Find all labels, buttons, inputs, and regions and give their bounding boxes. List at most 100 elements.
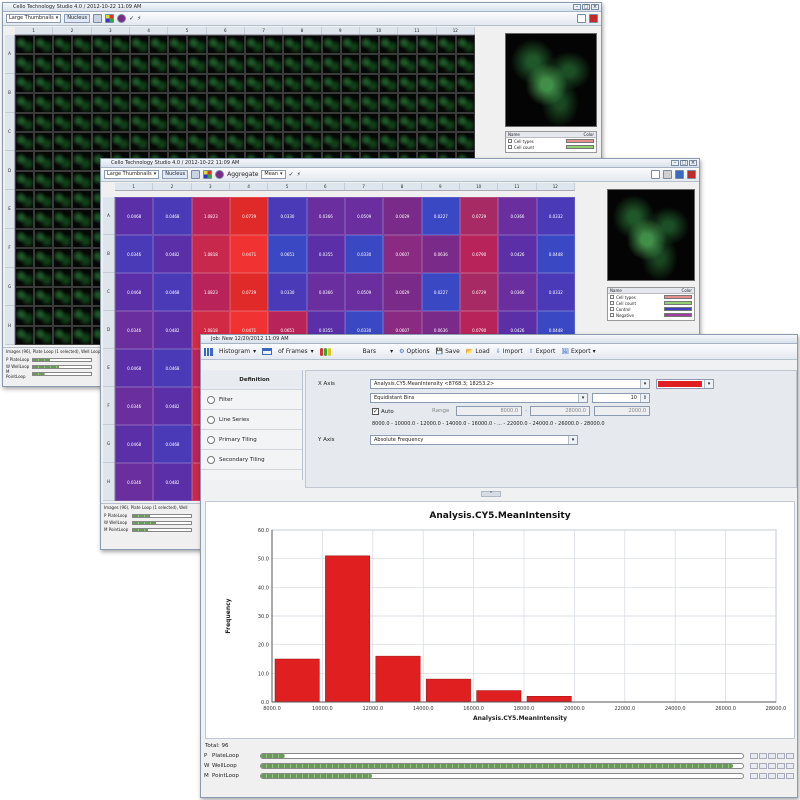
- chart-icon[interactable]: [577, 14, 586, 23]
- well-thumbnail[interactable]: [53, 267, 73, 287]
- well-thumbnail[interactable]: [187, 54, 207, 74]
- well-thumbnail[interactable]: [72, 112, 92, 132]
- well-thumbnail[interactable]: [72, 73, 92, 94]
- well-thumbnail[interactable]: [302, 93, 322, 113]
- heatmap-cell[interactable]: 0.0790: [459, 235, 499, 273]
- well-thumbnail[interactable]: [187, 93, 207, 113]
- well-thumbnail[interactable]: [244, 73, 265, 94]
- well-thumbnail[interactable]: [72, 267, 92, 287]
- last-icon[interactable]: [777, 773, 785, 779]
- well-thumbnail[interactable]: [244, 35, 265, 55]
- well-thumbnail[interactable]: [149, 54, 169, 74]
- heatmap-cell[interactable]: 0.0468: [115, 349, 154, 387]
- well-thumbnail[interactable]: [34, 306, 54, 326]
- well-thumbnail[interactable]: [359, 131, 380, 152]
- well-thumbnail[interactable]: [302, 112, 322, 132]
- heatmap-cell[interactable]: 0.0330: [344, 235, 384, 273]
- heatmap-cell[interactable]: 0.0355: [306, 235, 345, 273]
- well-thumbnail[interactable]: [455, 54, 475, 74]
- spinner-icon[interactable]: ⇕: [640, 394, 649, 402]
- well-thumbnail[interactable]: [129, 131, 150, 152]
- well-thumbnail[interactable]: [436, 35, 456, 55]
- well-thumbnail[interactable]: [264, 35, 284, 55]
- feature-select[interactable]: Nucleus: [64, 14, 91, 23]
- well-thumbnail[interactable]: [417, 54, 437, 74]
- well-thumbnail[interactable]: [91, 73, 111, 94]
- well-thumbnail[interactable]: [34, 131, 54, 152]
- checkbox[interactable]: [508, 139, 512, 143]
- well-thumbnail[interactable]: [110, 54, 130, 74]
- heatmap-cell[interactable]: 0.0482: [153, 311, 192, 349]
- well-thumbnail[interactable]: [34, 228, 54, 249]
- well-thumbnail[interactable]: [340, 112, 360, 132]
- well-thumbnail[interactable]: [436, 93, 456, 113]
- frames-select[interactable]: of Frames ▾: [278, 348, 314, 355]
- well-thumbnail[interactable]: [34, 54, 54, 74]
- well-thumbnail[interactable]: [91, 131, 111, 152]
- well-thumbnail[interactable]: [321, 93, 341, 113]
- well-thumbnail[interactable]: [225, 73, 245, 94]
- radio[interactable]: [207, 415, 215, 424]
- maximize-icon[interactable]: □: [680, 160, 688, 166]
- wand-icon[interactable]: ⚡: [137, 15, 141, 22]
- well-thumbnail[interactable]: [53, 228, 73, 249]
- well-thumbnail[interactable]: [15, 170, 35, 190]
- heatmap-cell[interactable]: 0.0729: [229, 273, 269, 311]
- well-thumbnail[interactable]: [168, 93, 188, 113]
- collapse-handle[interactable]: ⌃: [481, 491, 501, 497]
- well-thumbnail[interactable]: [15, 112, 35, 132]
- color-grid-icon[interactable]: [105, 14, 115, 23]
- well-thumbnail[interactable]: [398, 73, 418, 94]
- well-thumbnail[interactable]: [91, 112, 111, 132]
- well-thumbnail[interactable]: [168, 54, 188, 74]
- well-thumbnail[interactable]: [53, 325, 73, 345]
- well-thumbnail[interactable]: [15, 190, 35, 210]
- well-thumbnail[interactable]: [34, 190, 54, 210]
- loop-slider[interactable]: [32, 371, 92, 376]
- well-thumbnail[interactable]: [379, 73, 399, 94]
- heatmap-cell[interactable]: 0.0468: [153, 273, 192, 311]
- well-thumbnail[interactable]: [34, 112, 54, 132]
- well-thumbnail[interactable]: [53, 286, 73, 307]
- close-icon[interactable]: ×: [689, 160, 697, 166]
- well-thumbnail[interactable]: [225, 131, 245, 152]
- x-axis-analysis-select[interactable]: Analysis.CY5.MeanIntensity <8768.3; 1825…: [370, 379, 650, 389]
- well-thumbnail[interactable]: [417, 131, 437, 152]
- channels-icon[interactable]: [319, 347, 331, 356]
- well-thumbnail[interactable]: [149, 112, 169, 132]
- heatmap-cell[interactable]: 0.0482: [153, 387, 192, 425]
- well-thumbnail[interactable]: [149, 73, 169, 94]
- well-thumbnail[interactable]: [283, 112, 303, 132]
- feature-select[interactable]: Nucleus: [162, 170, 189, 179]
- well-thumbnail[interactable]: [15, 93, 35, 113]
- radio[interactable]: [207, 455, 215, 464]
- well-thumbnail[interactable]: [91, 93, 111, 113]
- checkbox[interactable]: [610, 295, 614, 299]
- well-thumbnail[interactable]: [15, 209, 35, 229]
- wand-icon[interactable]: ⚡: [297, 171, 301, 178]
- well-thumbnail[interactable]: [72, 131, 92, 152]
- well-thumbnail[interactable]: [321, 54, 341, 74]
- save-button[interactable]: 💾 Save: [436, 348, 460, 355]
- well-thumbnail[interactable]: [283, 93, 303, 113]
- well-thumbnail[interactable]: [398, 93, 418, 113]
- well-thumbnail[interactable]: [417, 93, 437, 113]
- image-preview[interactable]: [607, 189, 695, 281]
- checkbox[interactable]: [610, 313, 614, 317]
- well-thumbnail[interactable]: [34, 248, 54, 268]
- well-thumbnail[interactable]: [15, 151, 35, 171]
- heatmap-cell[interactable]: 0.0366: [498, 197, 537, 235]
- last-icon[interactable]: [777, 763, 785, 769]
- import-button[interactable]: ⇩ Import: [496, 348, 523, 355]
- well-thumbnail[interactable]: [110, 93, 130, 113]
- well-thumbnail[interactable]: [34, 325, 54, 345]
- well-thumbnail[interactable]: [34, 170, 54, 190]
- heatmap-cell[interactable]: 0.0482: [153, 235, 192, 273]
- bins-mode-select[interactable]: Equidistant Bins ▾: [370, 393, 588, 403]
- heatmap-cell[interactable]: 1.0823: [191, 273, 230, 311]
- well-thumbnail[interactable]: [398, 112, 418, 132]
- heatmap-cell[interactable]: 0.0332: [536, 273, 575, 311]
- well-thumbnail[interactable]: [302, 73, 322, 94]
- well-thumbnail[interactable]: [206, 54, 226, 74]
- next-icon[interactable]: [768, 753, 776, 759]
